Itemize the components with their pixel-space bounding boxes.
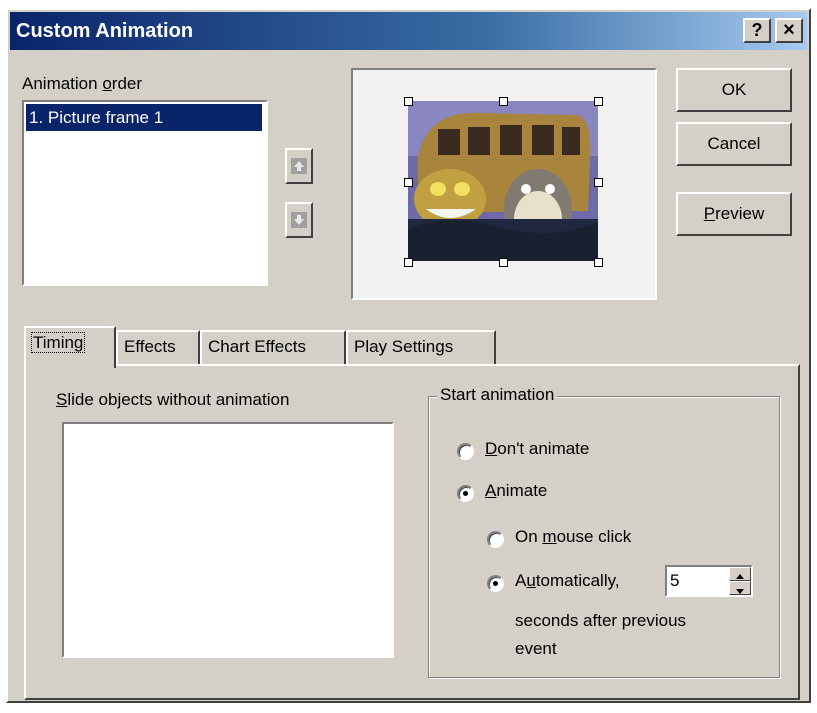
resize-handle[interactable]	[594, 97, 603, 106]
resize-handle[interactable]	[594, 258, 603, 267]
resize-handle[interactable]	[404, 258, 413, 267]
spin-up-button[interactable]	[729, 567, 751, 581]
start-animation-group: Start animation Don't animate Animate On…	[428, 385, 780, 678]
close-button[interactable]: ×	[775, 18, 803, 43]
preview-pane	[351, 68, 657, 300]
move-up-button[interactable]	[285, 148, 313, 184]
dont-animate-radio[interactable]	[457, 443, 474, 460]
window-title: Custom Animation	[16, 20, 194, 42]
tab-timing[interactable]: Timing	[24, 326, 116, 368]
tab-chart-effects[interactable]: Chart Effects	[200, 330, 346, 366]
slide-objects-label: Slide objects without animation	[56, 390, 290, 409]
resize-handle[interactable]	[404, 97, 413, 106]
on-mouse-click-radio[interactable]	[487, 531, 504, 548]
tab-play-settings[interactable]: Play Settings	[346, 330, 496, 366]
animation-order-label: Animation order	[22, 74, 143, 93]
animation-order-list[interactable]: 1. Picture frame 1	[22, 100, 268, 286]
cancel-button[interactable]: Cancel	[676, 122, 792, 166]
slide-objects-list[interactable]	[62, 422, 394, 658]
ok-button[interactable]: OK	[676, 68, 792, 112]
timing-panel: Slide objects without animation Start an…	[24, 364, 800, 700]
automatically-label[interactable]: Automatically,	[515, 571, 620, 591]
move-down-button[interactable]	[285, 202, 313, 238]
seconds-after-text-2: event	[515, 639, 557, 658]
list-item[interactable]: 1. Picture frame 1	[26, 104, 262, 131]
on-mouse-click-label[interactable]: On mouse click	[515, 527, 631, 547]
tab-effects[interactable]: Effects	[116, 330, 200, 366]
start-animation-title: Start animation	[437, 385, 558, 405]
resize-handle[interactable]	[499, 258, 508, 267]
resize-handle[interactable]	[594, 178, 603, 187]
automatically-radio[interactable]	[487, 575, 504, 592]
custom-animation-dialog: Custom Animation ? × Animation order 1. …	[6, 8, 811, 703]
resize-handle[interactable]	[499, 97, 508, 106]
resize-handle[interactable]	[404, 178, 413, 187]
animate-radio[interactable]	[457, 485, 474, 502]
title-bar[interactable]: Custom Animation ? ×	[10, 12, 807, 50]
animate-label[interactable]: Animate	[485, 481, 547, 501]
tab-label: Timing	[30, 332, 86, 353]
help-button[interactable]: ?	[743, 18, 771, 43]
seconds-value[interactable]: 5	[670, 571, 679, 591]
arrow-down-icon	[736, 589, 744, 594]
spin-down-button[interactable]	[729, 581, 751, 595]
seconds-spinner[interactable]: 5	[665, 565, 753, 597]
preview-button[interactable]: Preview	[676, 192, 792, 236]
picture-frame-image[interactable]	[408, 101, 598, 261]
seconds-after-text-1: seconds after previous	[515, 611, 687, 630]
dont-animate-label[interactable]: Don't animate	[485, 439, 589, 459]
